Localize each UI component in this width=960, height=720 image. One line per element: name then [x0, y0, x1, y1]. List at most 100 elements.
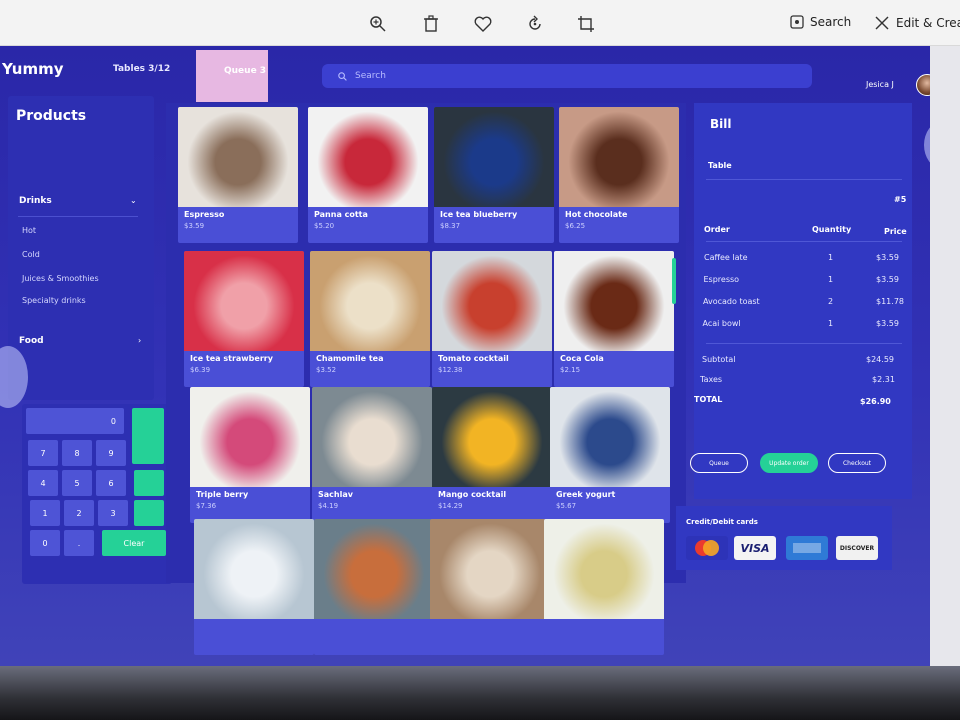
- product-price: $4.19: [318, 502, 339, 510]
- product-name: Hot chocolate: [565, 210, 628, 219]
- product-name: Ice tea blueberry: [440, 210, 518, 219]
- product-name: Espresso: [184, 210, 225, 219]
- queue-button[interactable]: Queue: [690, 453, 748, 473]
- scan-icon: [790, 15, 804, 29]
- user-name: Jesica J: [866, 80, 894, 89]
- bill-item-name: Avocado toast: [703, 297, 760, 306]
- table-number: #5: [894, 195, 907, 204]
- product-card[interactable]: Tomato cocktail $12.38: [432, 251, 552, 387]
- product-name: Sachlav: [318, 490, 353, 499]
- drink-item-cold[interactable]: Cold: [22, 250, 40, 259]
- bill-panel: Bill Table #5 Order Quantity Price Caffe…: [690, 103, 912, 499]
- category-food[interactable]: Food: [19, 336, 44, 346]
- subtotal-label: Subtotal: [702, 355, 736, 364]
- product-price: $8.37: [440, 222, 461, 230]
- divider: [706, 343, 902, 344]
- tables-tab[interactable]: Tables 3/12: [113, 64, 170, 74]
- taxes-label: Taxes: [700, 375, 723, 384]
- update-order-button[interactable]: Update order: [760, 453, 818, 473]
- keypad-minus[interactable]: [134, 470, 164, 496]
- key-3[interactable]: 3: [98, 500, 128, 526]
- product-card[interactable]: [314, 519, 434, 655]
- keypad-plus[interactable]: [134, 500, 164, 526]
- key-9[interactable]: 9: [96, 440, 126, 466]
- key-4[interactable]: 4: [28, 470, 58, 496]
- product-card[interactable]: [194, 519, 314, 655]
- key-6[interactable]: 6: [96, 470, 126, 496]
- product-card[interactable]: Panna cotta $5.20: [308, 107, 428, 243]
- product-card[interactable]: Sachlav $4.19: [312, 387, 432, 523]
- zoom-in-icon[interactable]: [367, 13, 389, 35]
- drink-item-specialty[interactable]: Specialty drinks: [22, 296, 86, 305]
- amex-icon[interactable]: [786, 536, 828, 560]
- product-image: [308, 107, 428, 207]
- key-5[interactable]: 5: [62, 470, 92, 496]
- crop-icon[interactable]: [575, 13, 597, 35]
- product-price: $5.67: [556, 502, 577, 510]
- viewer-search-button[interactable]: Search: [790, 15, 851, 29]
- product-card[interactable]: Triple berry $7.36: [190, 387, 310, 523]
- product-price: $12.38: [438, 366, 463, 374]
- product-name: Ice tea strawberry: [190, 354, 273, 363]
- divider: [706, 179, 902, 180]
- product-image: [194, 519, 314, 619]
- product-name: Mango cocktail: [438, 490, 507, 499]
- grid-scrollbar[interactable]: [672, 258, 676, 304]
- product-grid: Espresso $3.59 Panna cotta $5.20 Ice tea blu…: [166, 103, 686, 655]
- edit-create-button[interactable]: Edit & Creat: [874, 15, 960, 31]
- heart-icon[interactable]: [472, 13, 494, 35]
- product-name: Tomato cocktail: [438, 354, 509, 363]
- search-input[interactable]: Search: [322, 64, 812, 88]
- keypad-clear[interactable]: Clear: [102, 530, 166, 556]
- key-2[interactable]: 2: [64, 500, 94, 526]
- category-drinks[interactable]: Drinks: [19, 196, 52, 206]
- key-dot[interactable]: .: [64, 530, 94, 556]
- checkout-button[interactable]: Checkout: [828, 453, 886, 473]
- product-image: [314, 519, 434, 619]
- app-brand: Yummy: [2, 60, 64, 78]
- product-card[interactable]: Espresso $3.59: [178, 107, 298, 243]
- chevron-down-icon[interactable]: ⌄: [130, 196, 137, 205]
- edit-icon: [875, 16, 889, 30]
- key-0[interactable]: 0: [30, 530, 60, 556]
- product-card[interactable]: Ice tea blueberry $8.37: [434, 107, 554, 243]
- product-image: [178, 107, 298, 207]
- product-name: Chamomile tea: [316, 354, 384, 363]
- products-title: Products: [16, 108, 87, 124]
- product-card[interactable]: Coca Cola $2.15: [554, 251, 674, 387]
- product-card[interactable]: [430, 519, 550, 655]
- numeric-keypad: 0 7 8 9 4 5 6 1 2 3 0 . Clear: [22, 404, 172, 584]
- search-icon: [338, 71, 347, 81]
- delete-icon[interactable]: [420, 13, 442, 35]
- col-price: Price: [884, 227, 907, 236]
- bill-item-quantity: 1: [828, 275, 834, 284]
- product-card[interactable]: Mango cocktail $14.29: [432, 387, 552, 523]
- product-card[interactable]: [544, 519, 664, 655]
- key-8[interactable]: 8: [62, 440, 92, 466]
- visa-icon[interactable]: VISA: [734, 536, 776, 560]
- avatar[interactable]: [916, 74, 930, 96]
- key-1[interactable]: 1: [30, 500, 60, 526]
- discover-icon[interactable]: DISCOVER: [836, 536, 878, 560]
- key-7[interactable]: 7: [28, 440, 58, 466]
- drink-item-hot[interactable]: Hot: [22, 226, 36, 235]
- product-card[interactable]: Chamomile tea $3.52: [310, 251, 430, 387]
- product-name: Greek yogurt: [556, 490, 616, 499]
- bill-item-price: $3.59: [876, 275, 899, 284]
- product-name: Coca Cola: [560, 354, 604, 363]
- bill-item-quantity: 2: [828, 297, 834, 306]
- cards-title: Credit/Debit cards: [686, 518, 758, 526]
- mastercard-icon[interactable]: [686, 536, 728, 560]
- product-card[interactable]: Greek yogurt $5.67: [550, 387, 670, 523]
- drink-item-juices[interactable]: Juices & Smoothies: [22, 274, 99, 283]
- product-image: [432, 387, 552, 487]
- product-card[interactable]: Hot chocolate $6.25: [559, 107, 679, 243]
- rotate-icon[interactable]: [524, 13, 546, 35]
- chevron-right-icon[interactable]: ›: [138, 336, 141, 345]
- product-image: [432, 251, 552, 351]
- product-card[interactable]: Ice tea strawberry $6.39: [184, 251, 304, 387]
- payment-cards-panel: Credit/Debit cards VISA DISCOVER: [676, 506, 892, 570]
- keypad-display: 0: [26, 408, 124, 434]
- queue-tab[interactable]: Queue 3: [196, 50, 268, 102]
- keypad-enter[interactable]: [132, 408, 164, 464]
